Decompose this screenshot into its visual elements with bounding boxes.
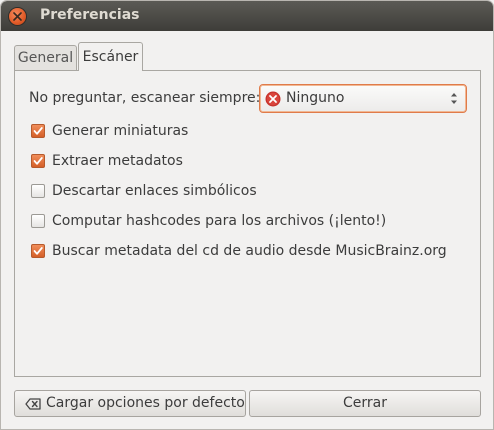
checkbox-unchecked[interactable] (31, 184, 45, 198)
checkbox-checked[interactable] (31, 154, 45, 168)
window-title: Preferencias (40, 7, 140, 23)
load-defaults-label: Cargar opciones por defecto (46, 395, 245, 411)
checkmark-icon (33, 127, 43, 135)
checkmark-icon (33, 157, 43, 165)
option-label: Descartar enlaces simbólicos (52, 183, 257, 199)
checkmark-icon (33, 247, 43, 255)
title-bar: Preferencias (1, 1, 493, 31)
tab-scanner[interactable]: Escáner (78, 42, 143, 71)
checkbox-unchecked[interactable] (31, 214, 45, 228)
error-circle-icon (265, 91, 281, 107)
option-label: Buscar metadata del cd de audio desde Mu… (52, 243, 447, 259)
clear-backspace-icon (25, 398, 41, 410)
close-window-button[interactable] (9, 8, 26, 25)
updown-arrows-icon (451, 93, 457, 104)
scan-prompt-label: No preguntar, escanear siempre: (29, 90, 261, 106)
option-label: Computar hashcodes para los archivos (¡l… (52, 213, 387, 229)
scan-action-combobox[interactable]: Ninguno (259, 84, 467, 113)
checkbox-checked[interactable] (31, 244, 45, 258)
preferences-window: Preferencias General Escáner No pregunta… (0, 0, 494, 430)
close-button[interactable]: Cerrar (249, 390, 481, 417)
close-icon (13, 12, 22, 21)
close-button-label: Cerrar (343, 395, 387, 411)
option-label: Extraer metadatos (52, 153, 183, 169)
option-label: Generar miniaturas (52, 123, 189, 139)
checkbox-checked[interactable] (31, 124, 45, 138)
tab-general[interactable]: General (14, 45, 77, 71)
combo-selected-value: Ninguno (286, 90, 345, 106)
load-defaults-button[interactable]: Cargar opciones por defecto (14, 390, 246, 417)
